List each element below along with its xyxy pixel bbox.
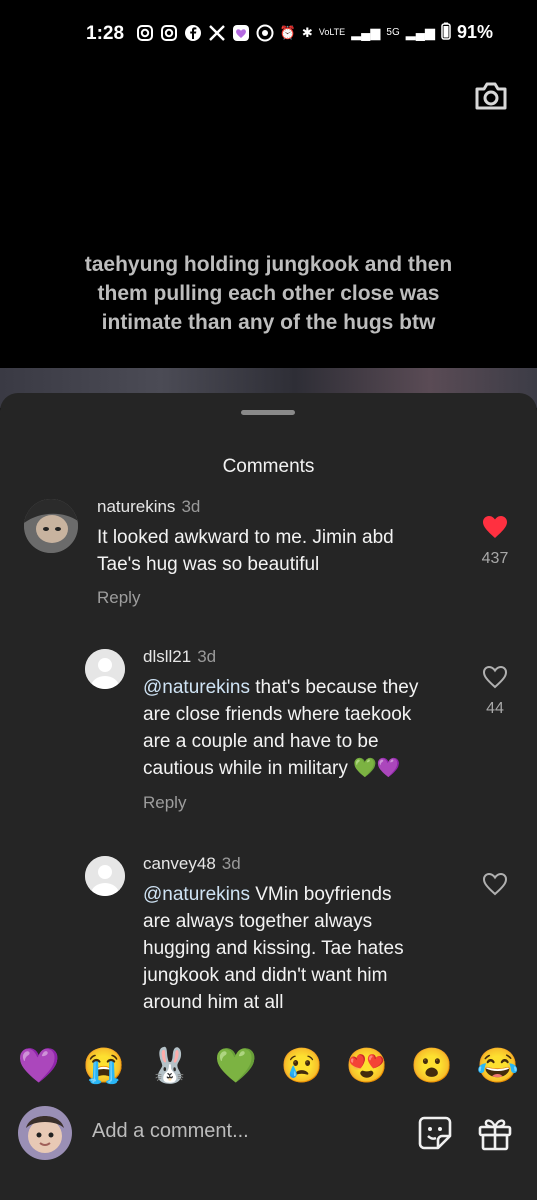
bluetooth-icon: ✱ [301,24,313,40]
comment-text: @naturekins that's because they are clos… [143,674,473,782]
heart-outline-icon [482,665,508,689]
x-icon [208,24,226,42]
emoji-sad-tear[interactable]: 😢 [280,1044,324,1088]
comment-composer: Add a comment... [0,1100,537,1190]
comment-line: jungkook and didn't want him [143,965,388,986]
comment-line: are always together always [143,911,373,932]
emoji-heart-eyes[interactable]: 😍 [345,1044,389,1088]
comment-item: naturekins 3d It looked awkward to me. Ji… [0,495,537,615]
signal-icon: ▂▄▆ [405,24,435,40]
comment-text: It looked awkward to me. Jimin abd Tae's… [97,524,457,578]
like-count: 44 [486,700,504,717]
avatar[interactable] [18,1106,72,1160]
comment-line: cautious while in military 💚💜 [143,758,401,779]
username-text: dlsll21 [143,647,192,666]
caption-line: taehyung holding jungkook and then [84,253,453,276]
comment-username[interactable]: dlsll21 3d [143,647,216,667]
signal-icon: ▂▄▆ [351,24,381,40]
caption-line: them pulling each other close was [97,282,440,305]
comment-line: It looked awkward to me. Jimin abd [97,527,394,548]
battery-percent: 91% [456,22,493,42]
gift-icon [478,1119,512,1151]
heart-filled-icon [483,516,507,538]
reel-video[interactable] [0,68,537,398]
comment-username[interactable]: naturekins 3d [97,497,200,517]
comment-item: canvey48 3d @naturekins VMin boyfriends a… [0,852,537,1030]
network-5g-icon: 5G [386,27,400,38]
comment-line: are close friends where taekook [143,704,412,725]
system-status-icons: ⏰ ✱ VoLTE ▂▄▆ 5G ▂▄▆ 91% [280,22,493,43]
like-count: 437 [481,550,509,567]
comment-text: @naturekins VMin boyfriends are always t… [143,881,473,1016]
username-text: canvey48 [143,854,216,873]
comment-line-text: VMin boyfriends [249,884,392,905]
avatar[interactable] [85,649,125,689]
mention-link[interactable]: @naturekins [143,677,250,698]
comment-time: 3d [197,647,217,666]
emoji-laughing[interactable]: 😂 [476,1044,520,1088]
comment-time: 3d [181,497,201,516]
comments-list[interactable]: naturekins 3d It looked awkward to me. Ji… [0,495,537,1030]
emoji-surprised[interactable]: 😮 [410,1044,454,1088]
volte-icon: VoLTE [318,27,346,37]
sheet-title: Comments [222,456,315,477]
sticker-icon [418,1116,452,1150]
emoji-purple-heart[interactable]: 💜 [17,1044,61,1088]
battery-icon [441,22,451,43]
quick-emoji-bar: 💜 😭 🐰 💚 😢 😍 😮 😂 [0,1030,537,1100]
facebook-icon [184,24,202,42]
like-button[interactable] [475,872,515,901]
gift-button[interactable] [476,1114,514,1152]
whatsapp-icon [256,24,274,42]
video-caption: taehyung holding jungkook and then them … [30,250,507,337]
emoji-rabbit[interactable]: 🐰 [148,1044,192,1088]
comment-line-text: that's because they [249,677,419,698]
alarm-icon: ⏰ [279,24,296,40]
reply-button[interactable]: Reply [143,793,186,813]
like-button[interactable]: 437 [475,515,515,568]
comment-line: @naturekins VMin boyfriends [143,881,473,908]
bottom-edge [0,1190,537,1200]
comment-line: hugging and kissing. Tae hates [143,938,404,959]
comment-item: dlsll21 3d @naturekins that's because the… [0,645,537,815]
username-text: naturekins [97,497,176,516]
mention-link[interactable]: @naturekins [143,884,250,905]
reply-button[interactable]: Reply [97,588,140,608]
sticker-button[interactable] [416,1114,454,1152]
emoji-green-heart[interactable]: 💚 [214,1044,258,1088]
comment-line: @naturekins that's because they [143,674,473,701]
instagram-icon [136,24,154,42]
emoji-crying[interactable]: 😭 [82,1044,126,1088]
like-button[interactable]: 44 [475,665,515,718]
comment-line: around him at all [143,992,284,1013]
camera-button[interactable] [471,76,511,116]
camera-icon [475,82,507,110]
avatar[interactable] [24,499,78,553]
notification-icons [136,24,274,42]
status-time: 1:28 [86,23,125,44]
sheet-drag-handle[interactable] [241,410,295,415]
heart-app-icon [232,24,250,42]
caption-line: intimate than any of the hugs btw [101,311,436,334]
comment-line: Tae's hug was so beautiful [97,554,320,575]
comment-time: 3d [221,854,241,873]
avatar[interactable] [85,856,125,896]
comment-line: are a couple and have to be [143,731,379,752]
instagram-icon [160,24,178,42]
status-bar: 1:28 ⏰ ✱ VoLTE ▂▄▆ 5G ▂▄▆ 91% [0,0,537,68]
heart-outline-icon [482,872,508,896]
comment-username[interactable]: canvey48 3d [143,854,241,874]
comment-input[interactable]: Add a comment... [92,1120,249,1143]
